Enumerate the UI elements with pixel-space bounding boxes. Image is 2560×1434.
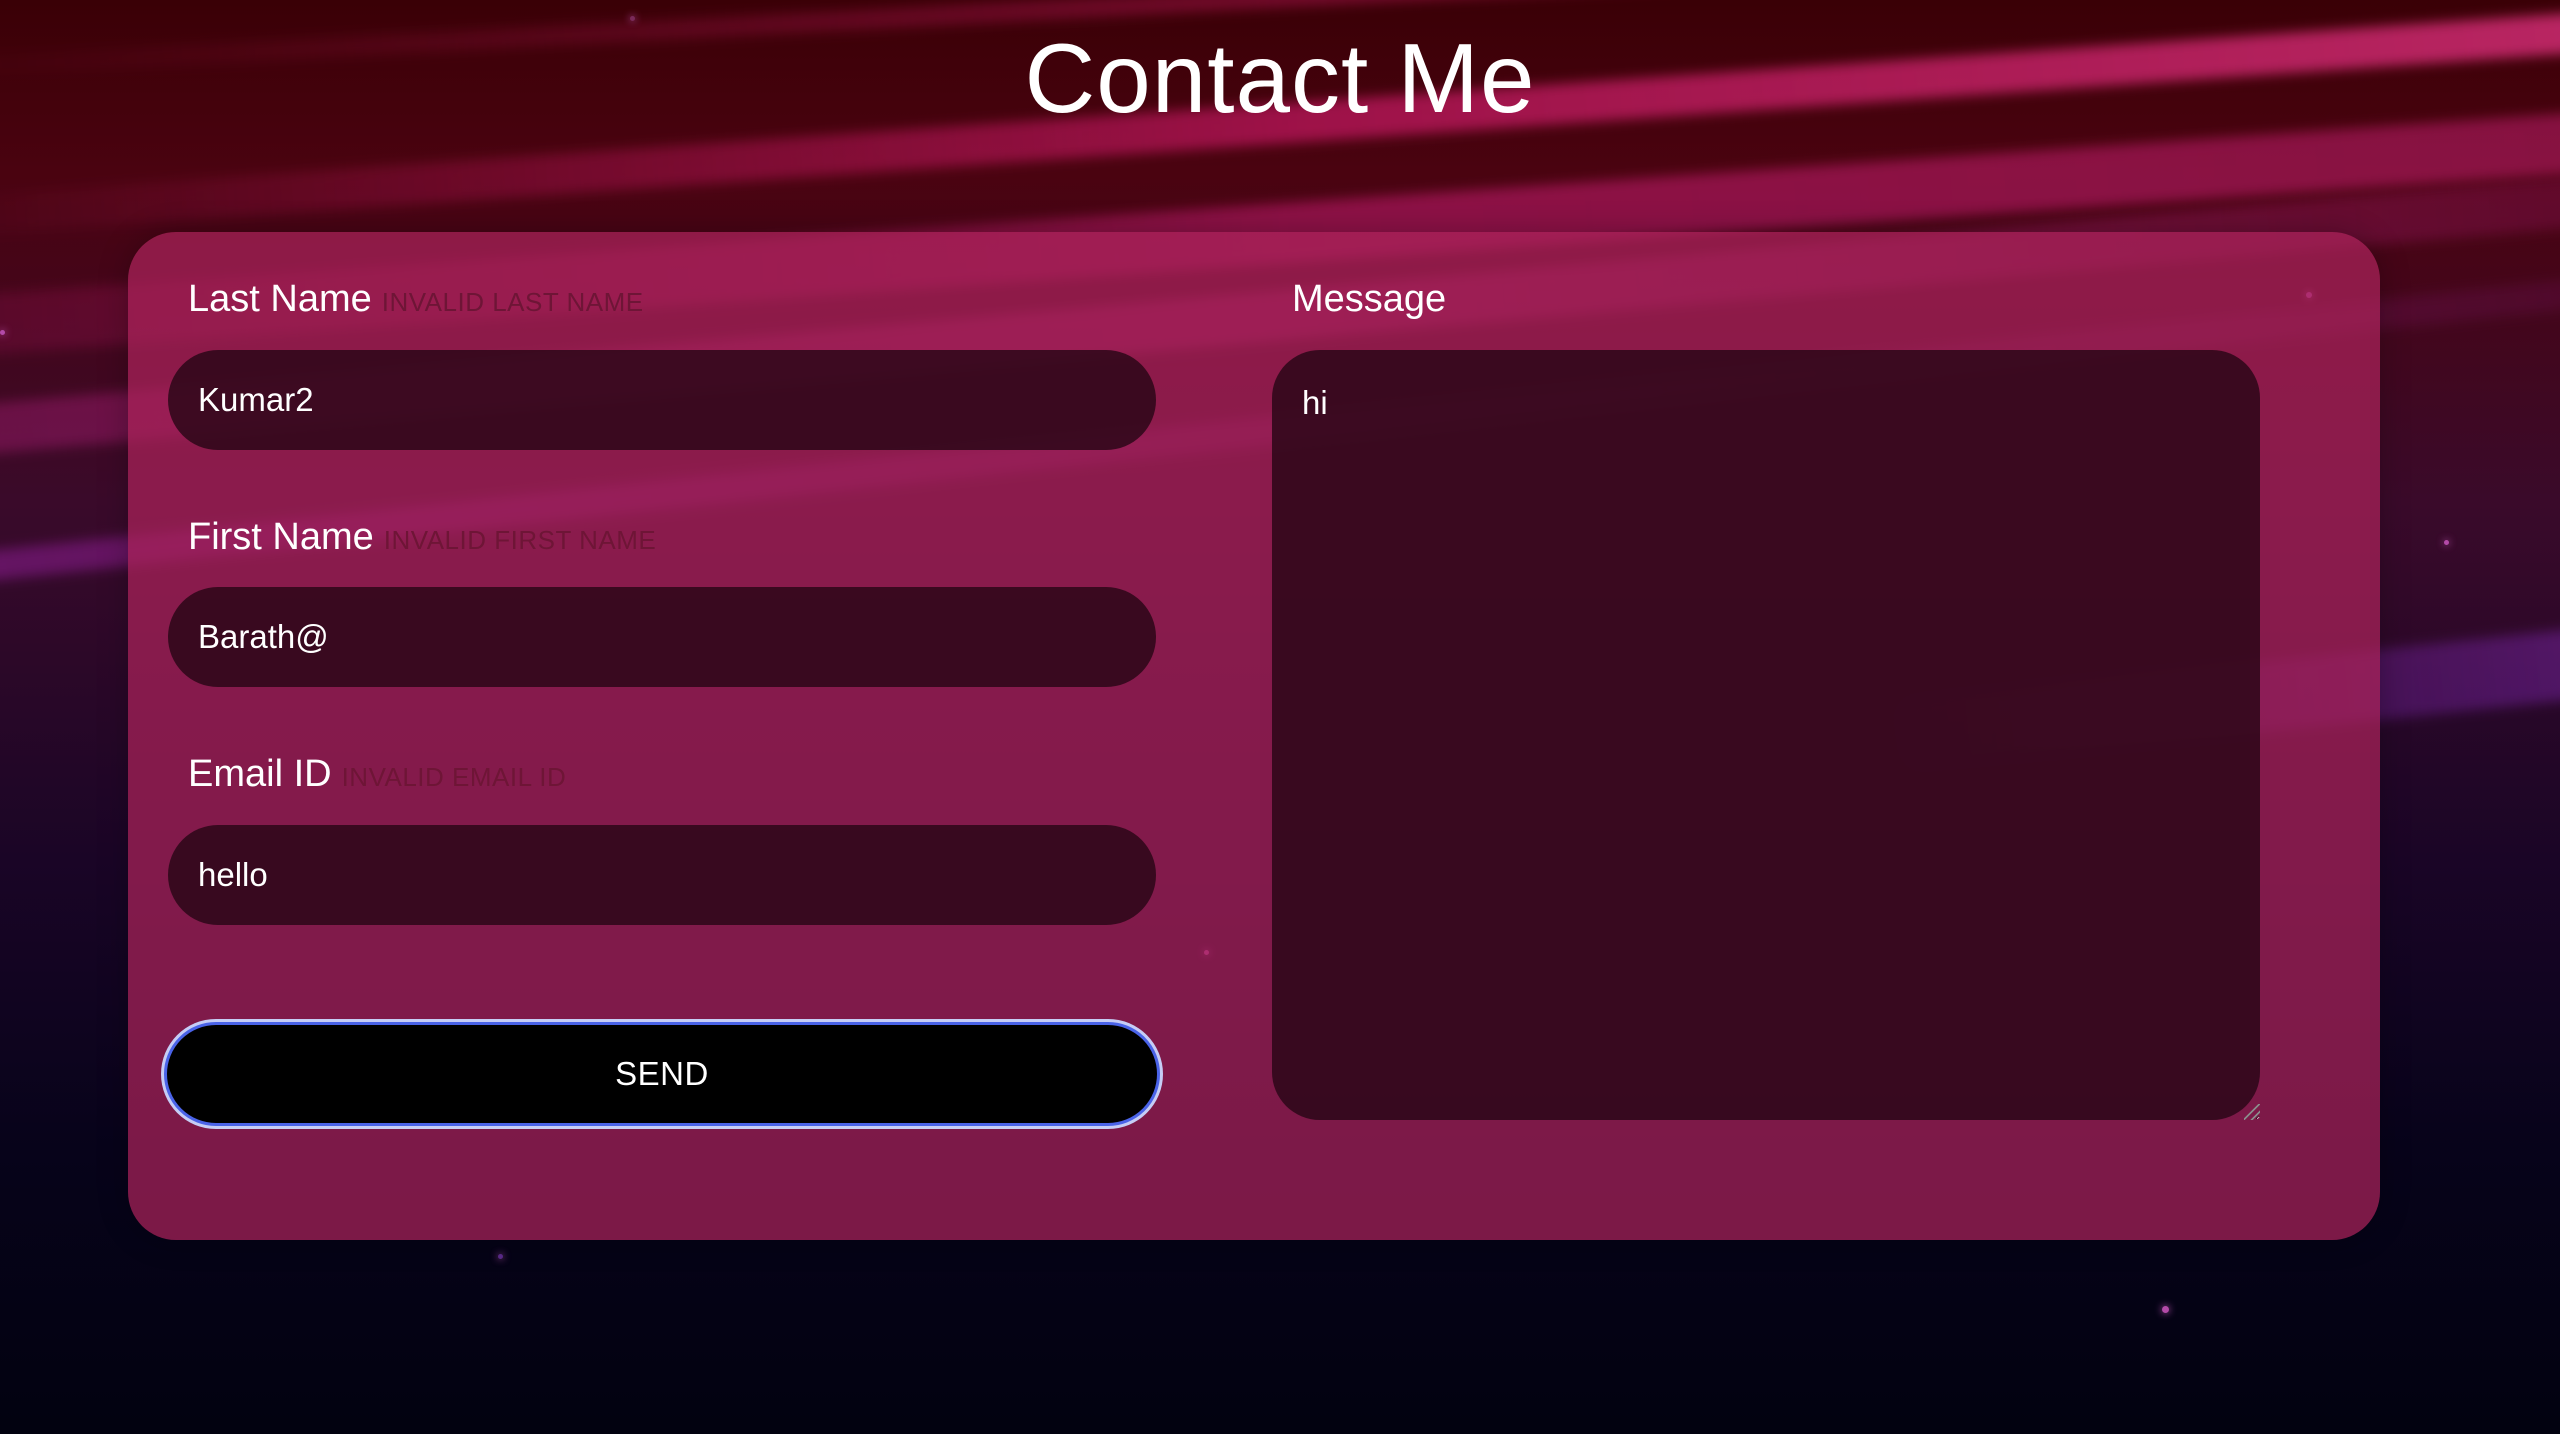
last-name-error: INVALID LAST NAME [381,287,644,317]
last-name-label-text: Last Name [188,278,372,320]
first-name-label: First Name INVALID FIRST NAME [188,516,656,559]
last-name-input[interactable] [168,350,1156,450]
sparkle [498,1254,503,1259]
first-name-error: INVALID FIRST NAME [383,525,657,555]
last-name-label: Last Name INVALID LAST NAME [188,278,644,321]
first-name-label-text: First Name [188,516,374,558]
sparkle [0,330,5,335]
page-title: Contact Me [1024,23,1536,133]
message-textarea[interactable]: hi [1272,350,2260,1120]
email-label-text: Email ID [188,753,332,795]
email-input[interactable] [168,825,1156,925]
sparkle [2162,1306,2169,1313]
sparkle [630,16,635,21]
message-label: Message [1292,278,1447,320]
sparkle [2444,540,2449,545]
send-button[interactable]: SEND [164,1022,1160,1126]
email-label: Email ID INVALID EMAIL ID [188,753,566,796]
email-error: INVALID EMAIL ID [341,762,567,792]
first-name-input[interactable] [168,587,1156,687]
textarea-resize-handle[interactable] [2244,1104,2260,1120]
